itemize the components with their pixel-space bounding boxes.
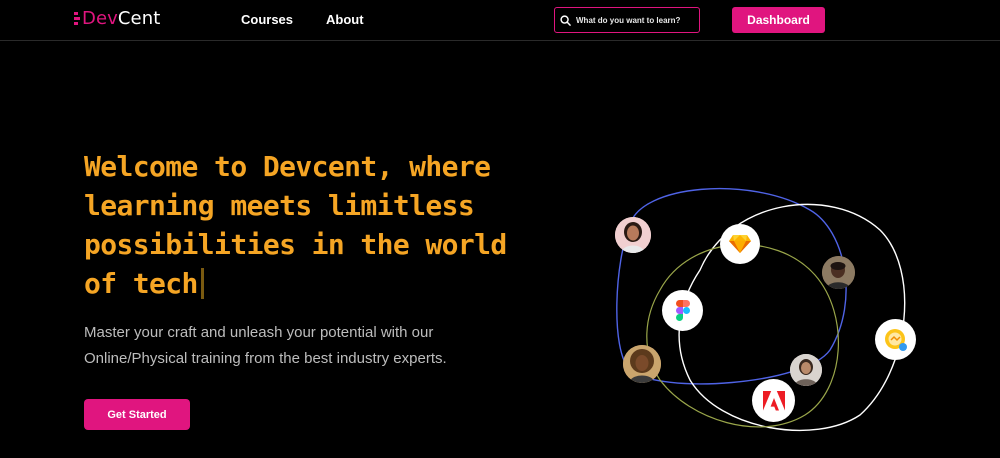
sketch-icon <box>720 224 760 264</box>
search-icon <box>560 14 571 26</box>
typing-cursor <box>200 268 204 299</box>
nav-link-courses[interactable]: Courses <box>241 12 293 27</box>
hero-subtitle: Master your craft and unleash your poten… <box>84 324 447 367</box>
logo[interactable]: DevCent <box>74 8 160 29</box>
dashboard-button[interactable]: Dashboard <box>732 7 825 33</box>
badge-icon <box>875 319 916 360</box>
search-box[interactable] <box>554 7 700 33</box>
logo-mark-icon <box>74 12 80 25</box>
avatar-woman-2 <box>623 345 661 383</box>
get-started-button[interactable]: Get Started <box>84 399 190 430</box>
nav-link-about[interactable]: About <box>326 12 364 27</box>
orbit-illustration <box>600 180 940 450</box>
avatar-woman-3 <box>790 354 822 386</box>
logo-text: DevCent <box>82 8 161 29</box>
search-input[interactable] <box>576 15 694 25</box>
adobe-icon <box>752 379 795 422</box>
figma-icon <box>662 290 703 331</box>
hero-title: Welcome to Devcent, where learning meets… <box>84 150 507 300</box>
navbar: DevCent Courses About Dashboard <box>0 0 1000 41</box>
avatar-woman-1 <box>615 217 651 253</box>
avatar-man-1 <box>822 256 855 289</box>
